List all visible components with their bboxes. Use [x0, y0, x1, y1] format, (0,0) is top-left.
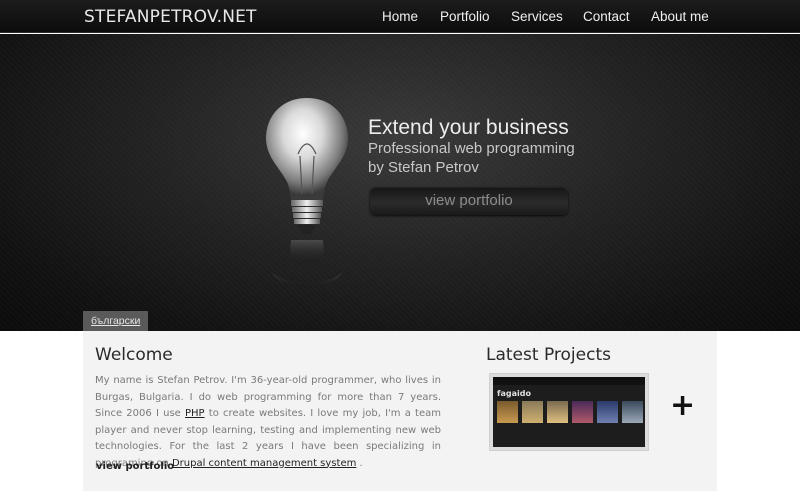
view-portfolio-link[interactable]: view portfolio	[96, 461, 174, 472]
latest-projects-heading: Latest Projects	[486, 345, 611, 365]
nav-home[interactable]: Home	[382, 9, 418, 24]
top-bar: STEFANPETROV.NET Home Portfolio Services…	[0, 0, 800, 33]
thumbnail-header-bar	[493, 377, 645, 385]
php-link[interactable]: PHP	[185, 408, 205, 419]
plus-icon[interactable]: +	[670, 391, 695, 421]
project-thumbnail[interactable]: fagaido	[489, 373, 649, 451]
project-screenshot: fagaido	[493, 377, 645, 447]
welcome-heading: Welcome	[95, 345, 173, 365]
hero-headline: Extend your business	[368, 116, 569, 139]
thumbnail-tile	[597, 401, 618, 423]
thumbnail-logo: fagaido	[497, 389, 531, 398]
nav-services[interactable]: Services	[511, 9, 563, 24]
main-nav: Home Portfolio Services Contact About me	[0, 9, 800, 29]
content-panel: Welcome My name is Stefan Petrov. I'm 36…	[83, 331, 717, 491]
view-portfolio-button[interactable]: view portfolio	[370, 187, 568, 215]
thumbnail-tile	[522, 401, 543, 423]
nav-portfolio[interactable]: Portfolio	[440, 9, 490, 24]
language-switch-link[interactable]: български	[83, 311, 149, 331]
welcome-paragraph: My name is Stefan Petrov. I'm 36-year-ol…	[95, 373, 441, 472]
nav-contact[interactable]: Contact	[583, 9, 630, 24]
nav-about-me[interactable]: About me	[651, 9, 709, 24]
hero-subtitle-line2: by Stefan Petrov	[368, 159, 479, 176]
lightbulb-icon	[266, 98, 348, 289]
thumbnail-tile	[622, 401, 643, 423]
thumbnail-tile	[497, 401, 518, 423]
hero-banner: Extend your business Professional web pr…	[0, 34, 800, 331]
hero-subtitle-line1: Professional web programming	[368, 140, 575, 157]
thumbnail-tile	[547, 401, 568, 423]
thumbnail-tile	[572, 401, 593, 423]
welcome-text-end: .	[356, 457, 363, 469]
drupal-link[interactable]: Drupal content management system	[172, 458, 356, 469]
